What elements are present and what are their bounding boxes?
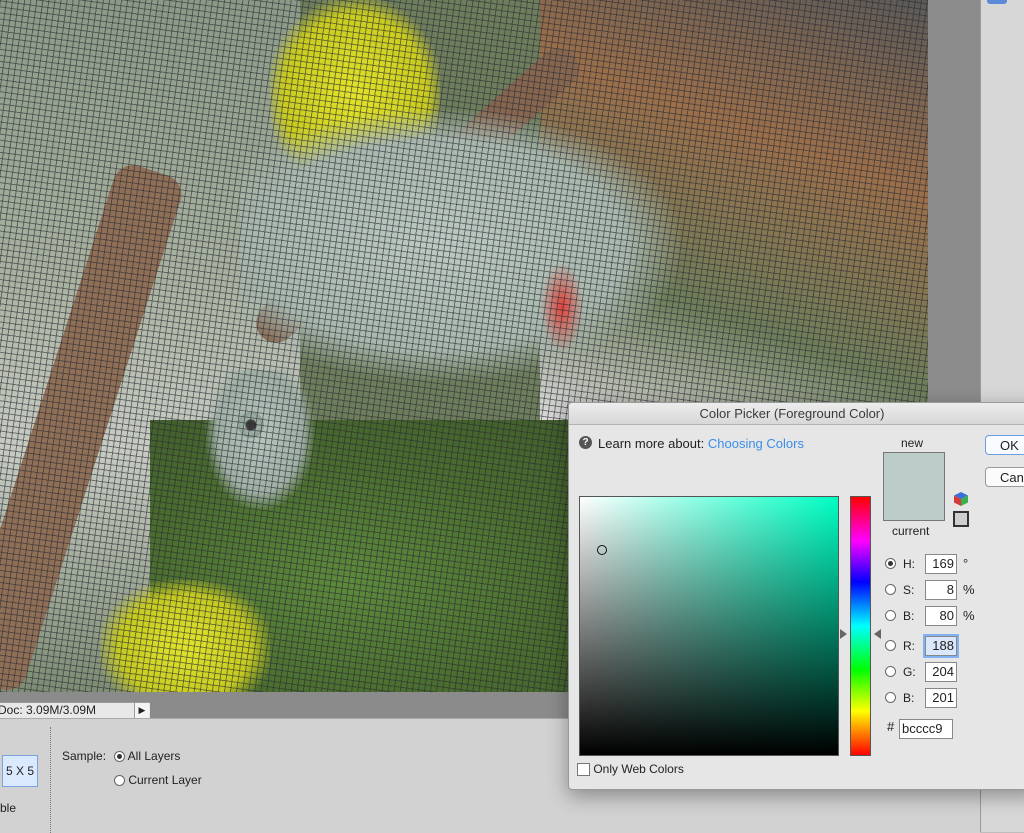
blue-input[interactable]: 201: [925, 688, 957, 708]
sample-all-layers-option[interactable]: All Layers: [114, 749, 180, 763]
current-color-label: current: [892, 524, 930, 538]
web-safe-color-icon[interactable]: [953, 511, 969, 527]
doc-size-readout: Doc: 3.09M/3.09M: [0, 703, 97, 717]
hue-slider[interactable]: [850, 496, 871, 756]
saturation-input[interactable]: 8: [925, 580, 957, 600]
all-layers-radio[interactable]: [114, 751, 125, 763]
color-library-cube-icon[interactable]: [954, 492, 968, 506]
sample-current-layer-option[interactable]: Current Layer: [114, 773, 202, 787]
sample-label: Sample:: [62, 749, 107, 763]
hue-input[interactable]: 169: [925, 554, 957, 574]
brightness-input[interactable]: 80: [925, 606, 957, 626]
red-label: R:: [903, 639, 915, 653]
color-picker-dialog: Color Picker (Foreground Color) ? Learn …: [568, 402, 1024, 790]
new-color-label: new: [901, 436, 924, 450]
blue-label: B:: [903, 691, 915, 705]
green-label: G:: [903, 665, 916, 679]
only-web-colors-option[interactable]: Only Web Colors: [577, 762, 684, 777]
hue-label: H:: [903, 557, 915, 571]
new-color-swatch: [884, 453, 944, 520]
current-layer-radio[interactable]: [114, 775, 125, 787]
ok-button[interactable]: OK: [985, 435, 1024, 455]
learn-more-line: Learn more about: Choosing Colors: [598, 436, 804, 451]
hue-slider-left-arrow-icon[interactable]: [840, 629, 847, 639]
truncated-option-label: ble: [0, 801, 17, 815]
choosing-colors-link[interactable]: Choosing Colors: [708, 436, 804, 451]
saturation-radio[interactable]: [885, 584, 896, 595]
hue-radio[interactable]: [885, 558, 896, 569]
status-menu-arrow-icon[interactable]: ▶: [134, 703, 149, 718]
hue-unit: °: [963, 556, 969, 571]
panel-tab-indicator: [987, 0, 1007, 4]
all-layers-label: All Layers: [127, 749, 181, 763]
brightness-unit: %: [963, 608, 975, 623]
color-field-marker[interactable]: [597, 545, 607, 555]
only-web-colors-label: Only Web Colors: [593, 762, 684, 776]
sample-size-select[interactable]: 5 X 5: [2, 755, 38, 787]
hex-input[interactable]: bcccc9: [899, 719, 953, 739]
brightness-label: B:: [903, 609, 915, 623]
green-input[interactable]: 204: [925, 662, 957, 682]
current-layer-label: Current Layer: [128, 773, 202, 787]
options-divider: [50, 727, 51, 833]
only-web-colors-checkbox[interactable]: [577, 763, 590, 777]
cancel-button[interactable]: Cancel: [985, 467, 1024, 487]
color-swatch: [883, 452, 945, 521]
red-input[interactable]: 188: [923, 634, 959, 658]
brightness-radio[interactable]: [885, 610, 896, 621]
blue-radio[interactable]: [885, 692, 896, 703]
color-field[interactable]: [579, 496, 839, 756]
learn-more-label: Learn more about:: [598, 436, 705, 451]
status-bar: Doc: 3.09M/3.09M ▶: [0, 702, 150, 719]
red-radio[interactable]: [885, 640, 896, 651]
dialog-title[interactable]: Color Picker (Foreground Color): [569, 403, 1024, 425]
help-icon[interactable]: ?: [579, 436, 592, 449]
hue-slider-right-arrow-icon[interactable]: [874, 629, 881, 639]
green-radio[interactable]: [885, 666, 896, 677]
saturation-label: S:: [903, 583, 915, 597]
saturation-unit: %: [963, 582, 975, 597]
hex-symbol: #: [887, 719, 895, 734]
hex-field-row[interactable]: # bcccc9: [887, 719, 953, 739]
